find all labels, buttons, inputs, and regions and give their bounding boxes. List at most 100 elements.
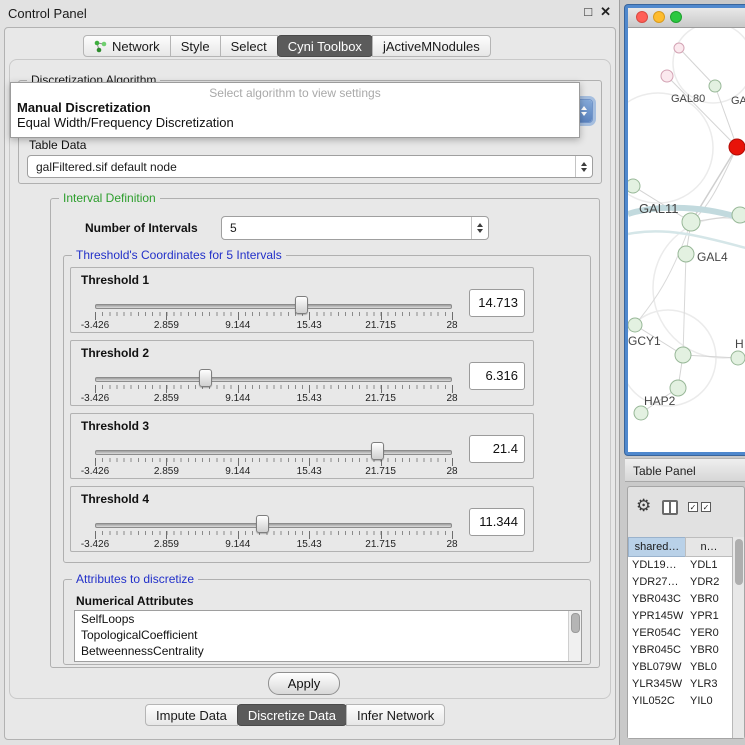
table-row[interactable]: YER054CYER0: [628, 625, 732, 642]
panel-title: Control Panel: [8, 6, 87, 21]
cyni-toolbox-panel: Discretization Algorithm Table Data galF…: [9, 59, 611, 699]
node-label: GAL80: [671, 93, 705, 105]
table-row[interactable]: YBL079WYBL0: [628, 659, 732, 676]
network-edge: [667, 76, 737, 147]
network-node[interactable]: [661, 70, 673, 82]
network-node[interactable]: [729, 139, 745, 155]
tab-infer-network[interactable]: Infer Network: [346, 704, 445, 726]
select-columns-icon[interactable]: ✓ ✓: [688, 502, 711, 512]
algorithm-option[interactable]: Manual Discretization: [11, 100, 579, 115]
numerical-attributes-list[interactable]: SelfLoopsTopologicalCoefficientBetweenne…: [74, 610, 582, 662]
slider-thumb[interactable]: [199, 369, 212, 387]
table-cell: YDL19…: [628, 557, 686, 574]
tab-jactivemnodules[interactable]: jActiveMNodules: [372, 35, 491, 57]
tick-label: 28: [432, 466, 472, 477]
list-item[interactable]: SelfLoops: [75, 611, 581, 627]
slider-thumb[interactable]: [371, 442, 384, 460]
threshold-label: Threshold 2: [81, 346, 149, 360]
table-cell: YIL0: [686, 693, 730, 710]
tab-style[interactable]: Style: [170, 35, 221, 57]
list-item[interactable]: TopologicalCoefficient: [75, 627, 581, 643]
table-row[interactable]: YLR345WYLR3: [628, 676, 732, 693]
network-node[interactable]: [682, 213, 700, 231]
edge-arc: [673, 28, 745, 103]
tab-impute-data[interactable]: Impute Data: [145, 704, 238, 726]
scrollbar-thumb[interactable]: [571, 613, 580, 633]
slider-track[interactable]: [95, 304, 452, 309]
column-header-name[interactable]: n…: [685, 537, 733, 557]
major-tick: [381, 385, 382, 393]
network-node[interactable]: [731, 351, 745, 365]
network-icon: [94, 40, 107, 53]
tab-discretize-data[interactable]: Discretize Data: [237, 704, 347, 726]
table-row[interactable]: YDL19…YDL1: [628, 557, 732, 574]
slider-thumb[interactable]: [256, 515, 269, 533]
close-button[interactable]: [636, 11, 648, 23]
network-node[interactable]: [628, 179, 640, 193]
float-icon[interactable]: □: [584, 4, 592, 20]
number-of-intervals-select[interactable]: 5: [221, 216, 489, 240]
table-panel-title: Table Panel: [633, 464, 696, 478]
gear-icon[interactable]: ⚙: [636, 497, 651, 515]
table-panel: ⚙ ✓ ✓ shared… n… YDL19…YDL1YDR27…YDR2YBR…: [627, 486, 745, 739]
network-node[interactable]: [674, 43, 684, 53]
apply-button[interactable]: Apply: [268, 672, 340, 695]
threshold-label: Threshold 1: [81, 273, 149, 287]
list-scrollbar[interactable]: [568, 611, 581, 661]
tick-label: 15.43: [289, 539, 329, 550]
tick-label: 9.144: [218, 393, 258, 404]
network-node[interactable]: [732, 207, 745, 223]
minimize-button[interactable]: [653, 11, 665, 23]
tab-select[interactable]: Select: [220, 35, 278, 57]
slider-track[interactable]: [95, 377, 452, 382]
close-icon[interactable]: ✕: [600, 4, 611, 20]
threshold-value-field[interactable]: 14.713: [469, 289, 525, 317]
thresholds-group: Threshold's Coordinates for 5 Intervals …: [63, 255, 591, 563]
major-tick: [166, 312, 167, 320]
tick-label: -3.426: [75, 539, 115, 550]
table-row[interactable]: YBR045CYBR0: [628, 642, 732, 659]
zoom-button[interactable]: [670, 11, 682, 23]
tick-label: -3.426: [75, 393, 115, 404]
number-of-intervals-value: 5: [230, 217, 237, 239]
table-row[interactable]: YDR27…YDR2: [628, 574, 732, 591]
check-icon: ✓: [688, 502, 698, 512]
tab-cyni-toolbox[interactable]: Cyni Toolbox: [277, 35, 373, 57]
tab-label: Discretize Data: [248, 708, 336, 723]
threshold-value-field[interactable]: 11.344: [469, 508, 525, 536]
tick-label: 9.144: [218, 320, 258, 331]
network-node[interactable]: [675, 347, 691, 363]
network-node[interactable]: [634, 406, 648, 420]
slider-track[interactable]: [95, 450, 452, 455]
table-scrollbar[interactable]: [732, 537, 744, 738]
network-node[interactable]: [678, 246, 694, 262]
scrollbar-thumb[interactable]: [735, 539, 743, 585]
tab-label: Style: [181, 39, 210, 54]
slider-track[interactable]: [95, 523, 452, 528]
tab-network[interactable]: Network: [83, 35, 171, 57]
table-row[interactable]: YPR145WYPR1: [628, 608, 732, 625]
major-tick: [452, 458, 453, 466]
table-data-select[interactable]: galFiltered.sif default node: [27, 155, 593, 178]
control-panel-body: Network Style SelectCyni ToolboxjActiveMNo…: [4, 27, 616, 740]
list-item[interactable]: BetweennessCentrality: [75, 643, 581, 659]
tick-label: 28: [432, 393, 472, 404]
table-row[interactable]: YIL052CYIL0: [628, 693, 732, 710]
table-row[interactable]: YBR043CYBR0: [628, 591, 732, 608]
threshold-value-field[interactable]: 21.4: [469, 435, 525, 463]
network-node[interactable]: [709, 80, 721, 92]
columns-icon[interactable]: [662, 500, 678, 515]
network-canvas[interactable]: GAL80GAGAL11GAL4GCY1HHAP2: [628, 28, 745, 451]
column-header-shared-name[interactable]: shared…: [628, 537, 686, 557]
interval-definition-group: Interval Definition Number of Intervals …: [50, 198, 600, 668]
threshold-value-field[interactable]: 6.316: [469, 362, 525, 390]
table-cell: YIL052C: [628, 693, 686, 710]
node-label: GCY1: [628, 334, 661, 348]
table-cell: YBR0: [686, 591, 730, 608]
algorithm-option[interactable]: Equal Width/Frequency Discretization: [11, 115, 579, 130]
slider-thumb[interactable]: [295, 296, 308, 314]
network-node[interactable]: [628, 318, 642, 332]
major-tick: [309, 531, 310, 539]
slider-ticks: [95, 458, 453, 462]
major-tick: [238, 385, 239, 393]
